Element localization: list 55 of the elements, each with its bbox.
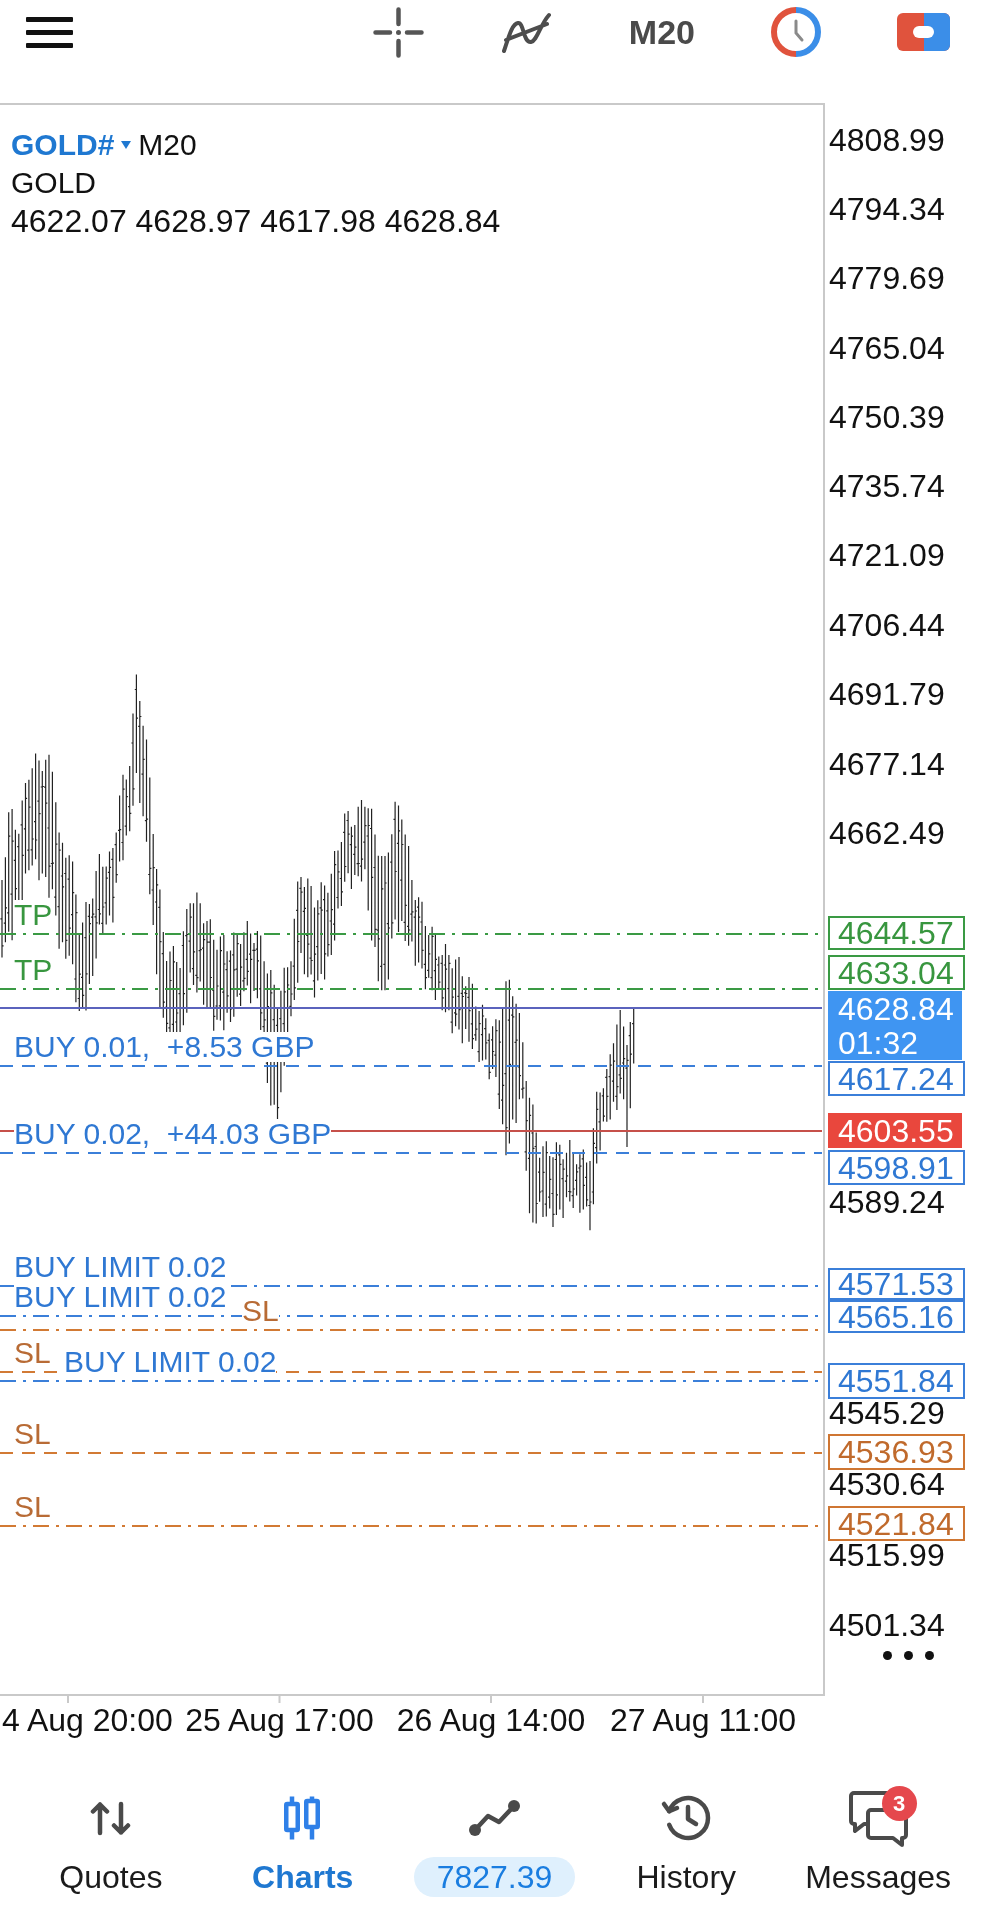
nav-tab[interactable]: Charts — [252, 1789, 354, 1897]
ohlc-values: 4622.07 4628.97 4617.98 4628.84 — [11, 202, 501, 240]
price-tag: 4571.53 — [828, 1268, 965, 1300]
crosshair-icon[interactable] — [372, 6, 424, 58]
price-tag: 4598.91 — [828, 1150, 965, 1185]
nav-tab[interactable]: 7827.39 — [413, 1789, 576, 1897]
up-down-arrows-icon[interactable] — [90, 1800, 132, 1836]
time-label: 4 Aug 20:00 — [2, 1704, 173, 1736]
symbol-description: GOLD — [11, 165, 98, 201]
axis-label: 4677.14 — [829, 749, 945, 778]
position-label: BUY 0.01, +8.53 GBP — [14, 1032, 315, 1062]
count-badge: 3 — [881, 1786, 917, 1821]
axis-label: 4706.44 — [829, 610, 945, 639]
axis-label: 4515.99 — [829, 1541, 945, 1570]
axis-label: 4501.34 — [829, 1611, 945, 1639]
axis-label: 4545.29 — [829, 1399, 945, 1428]
axis-label: 4530.64 — [829, 1470, 945, 1498]
axis-label: 4808.99 — [829, 125, 945, 154]
price-tag: 4617.24 — [828, 1061, 965, 1096]
menu-icon[interactable] — [26, 16, 73, 48]
balance-value: 7827.39 — [413, 1857, 576, 1897]
timeframe-button[interactable]: M20 — [628, 15, 695, 49]
axis-label: 4779.69 — [829, 264, 945, 292]
time-label: 25 Aug 17:00 — [185, 1704, 374, 1736]
position-label: BUY 0.02, +44.03 GBP — [14, 1119, 332, 1149]
price-value: 4628.84 — [838, 993, 954, 1024]
two-tone-tile-icon[interactable] — [897, 13, 950, 51]
axis-label: 4735.74 — [829, 472, 945, 500]
price-tag: 4536.93 — [828, 1434, 965, 1470]
nav-tab[interactable]: History — [636, 1789, 737, 1897]
axis-label: 4721.09 — [829, 541, 945, 569]
price-tag: 4644.57 — [828, 916, 965, 950]
countdown-timer: 01:32 — [838, 1027, 919, 1058]
price-tag: 4603.55 — [828, 1113, 962, 1148]
price-tag: 4521.84 — [828, 1506, 965, 1541]
caret-icon[interactable] — [121, 141, 132, 149]
price-tag: 4565.16 — [828, 1300, 965, 1333]
nav-tab[interactable]: Quotes — [59, 1789, 163, 1897]
line-chart-icon[interactable] — [468, 1799, 521, 1837]
axis-label: 4662.49 — [829, 819, 945, 847]
symbol-name[interactable]: GOLD# — [11, 126, 115, 164]
history-icon[interactable] — [659, 1793, 713, 1843]
axis-label: 4750.39 — [829, 402, 945, 431]
more-icon[interactable] — [883, 1651, 934, 1660]
axis-label: 4691.79 — [829, 680, 945, 708]
clock-icon[interactable] — [771, 7, 821, 57]
price-tag: 4633.04 — [828, 955, 965, 990]
axis-label: 4589.24 — [829, 1188, 945, 1216]
timeframe-label: M20 — [138, 127, 197, 163]
price-tag: 4551.84 — [828, 1363, 965, 1399]
time-label: 26 Aug 14:00 — [396, 1704, 586, 1736]
nav-tab[interactable]: 3 Messages — [805, 1789, 951, 1897]
time-label: 27 Aug 11:00 — [609, 1704, 797, 1736]
axis-label: 4794.34 — [829, 195, 945, 223]
axis-label: 4765.04 — [829, 333, 945, 362]
